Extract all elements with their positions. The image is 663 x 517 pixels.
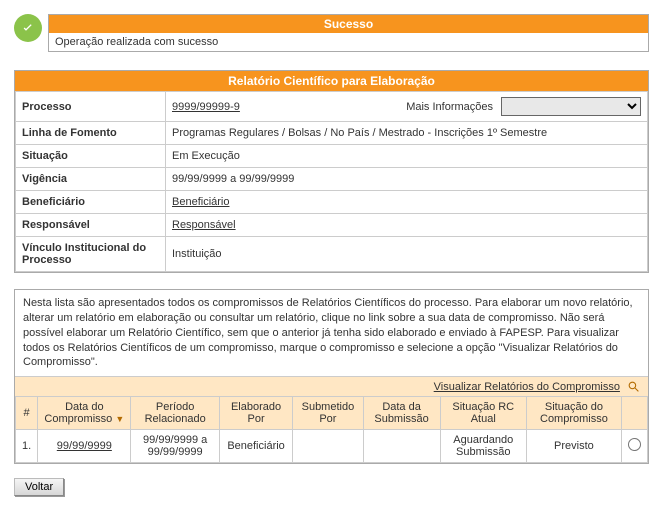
responsavel-label: Responsável — [16, 214, 166, 237]
col-elaborado[interactable]: Elaborado Por — [219, 397, 292, 430]
beneficiario-link[interactable]: Beneficiário — [172, 196, 229, 208]
mais-info-label: Mais Informações — [406, 101, 493, 113]
cell-submetido — [293, 430, 363, 463]
col-select — [621, 397, 647, 430]
cell-elaborado: Beneficiário — [219, 430, 292, 463]
magnifier-icon[interactable] — [627, 380, 640, 393]
processo-link[interactable]: 9999/99999-9 — [172, 101, 398, 113]
cell-num: 1. — [16, 430, 38, 463]
mais-info-select[interactable] — [501, 97, 641, 116]
success-title: Sucesso — [49, 15, 648, 33]
success-banner: Sucesso Operação realizada com sucesso — [14, 14, 649, 52]
situacao-label: Situação — [16, 145, 166, 168]
sort-desc-icon: ▼ — [115, 414, 124, 424]
linha-label: Linha de Fomento — [16, 122, 166, 145]
report-panel-title: Relatório Científico para Elaboração — [15, 71, 648, 91]
commitments-panel: Nesta lista são apresentados todos os co… — [14, 289, 649, 464]
col-periodo[interactable]: Período Relacionado — [131, 397, 219, 430]
cell-data-compromisso-link[interactable]: 99/99/9999 — [57, 440, 112, 452]
visualize-reports-link[interactable]: Visualizar Relatórios do Compromisso — [434, 381, 620, 393]
cell-data-submissao — [363, 430, 440, 463]
responsavel-link[interactable]: Responsável — [172, 219, 236, 231]
commitments-description: Nesta lista são apresentados todos os co… — [15, 290, 648, 376]
beneficiario-label: Beneficiário — [16, 191, 166, 214]
vinculo-value: Instituição — [166, 237, 648, 272]
row-select-radio[interactable] — [628, 438, 641, 451]
voltar-button[interactable]: Voltar — [14, 478, 64, 496]
col-data-submissao[interactable]: Data da Submissão — [363, 397, 440, 430]
success-message: Operação realizada com sucesso — [49, 33, 648, 51]
success-check-icon — [14, 14, 42, 42]
processo-label: Processo — [16, 92, 166, 122]
report-panel: Relatório Científico para Elaboração Pro… — [14, 70, 649, 273]
col-situacao-rc[interactable]: Situação RC Atual — [440, 397, 526, 430]
situacao-value: Em Execução — [166, 145, 648, 168]
cell-situacao-comp: Previsto — [526, 430, 621, 463]
table-row: 1. 99/99/9999 99/99/9999 a 99/99/9999 Be… — [16, 430, 648, 463]
vigencia-value: 99/99/9999 a 99/99/9999 — [166, 168, 648, 191]
col-submetido[interactable]: Submetido Por — [293, 397, 363, 430]
col-situacao-comp[interactable]: Situação do Compromisso — [526, 397, 621, 430]
linha-value: Programas Regulares / Bolsas / No País /… — [166, 122, 648, 145]
commitments-table: # Data do Compromisso ▼ Período Relacion… — [15, 396, 648, 463]
col-data-compromisso[interactable]: Data do Compromisso ▼ — [38, 397, 131, 430]
cell-situacao-rc: Aguardando Submissão — [440, 430, 526, 463]
col-num[interactable]: # — [16, 397, 38, 430]
vigencia-label: Vigência — [16, 168, 166, 191]
cell-periodo: 99/99/9999 a 99/99/9999 — [131, 430, 219, 463]
vinculo-label: Vínculo Institucional do Processo — [16, 237, 166, 272]
